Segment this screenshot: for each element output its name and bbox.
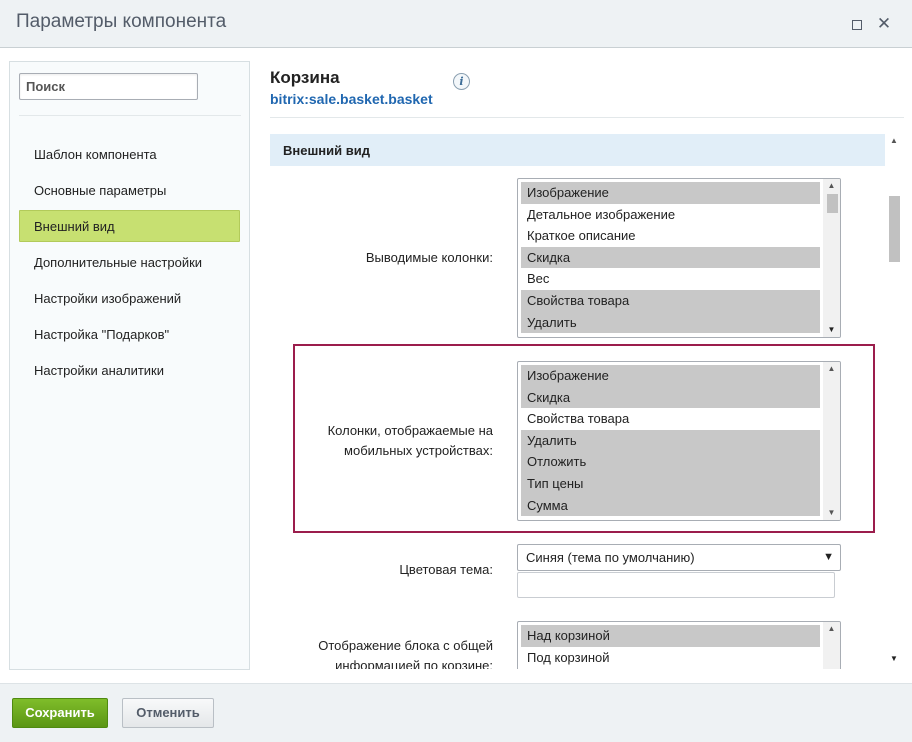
list-item[interactable]: Под корзиной (521, 647, 820, 669)
scroll-thumb[interactable] (889, 196, 900, 262)
total-block-label: Отображение блока с общей информацией по… (318, 638, 493, 669)
component-name: Корзина (270, 68, 340, 87)
columns-label: Выводимые колонки: (365, 250, 493, 265)
scroll-up-icon[interactable]: ▲ (823, 363, 840, 375)
total-block-listbox[interactable]: Над корзиной Под корзиной ▲ (517, 621, 841, 669)
save-button[interactable]: Сохранить (12, 698, 108, 728)
maximize-icon[interactable] (848, 16, 864, 32)
list-item[interactable]: Удалить (521, 311, 820, 334)
mobile-columns-label: Колонки, отображаемые на мобильных устро… (327, 423, 493, 458)
list-item[interactable]: Над корзиной (521, 625, 820, 647)
color-theme-select[interactable]: Синяя (тема по умолчанию) ▼ (517, 544, 841, 571)
scroll-down-icon[interactable]: ▼ (823, 324, 840, 336)
scroll-up-icon[interactable]: ▲ (885, 134, 903, 148)
settings-content: Внешний вид Выводимые колонки: Изображен… (270, 134, 904, 669)
content-scrollbar[interactable]: ▲ ▼ (885, 134, 903, 668)
scroll-down-icon[interactable]: ▼ (885, 652, 903, 666)
listbox-scrollbar[interactable]: ▲ ▼ (823, 362, 840, 520)
sidebar-item-appearance[interactable]: Внешний вид (19, 210, 240, 242)
list-item[interactable]: Удалить (521, 429, 820, 452)
listbox-scrollbar[interactable]: ▲ ▼ (823, 179, 840, 337)
list-item[interactable]: Изображение (521, 365, 820, 387)
color-theme-value: Синяя (тема по умолчанию) (526, 550, 695, 565)
close-icon[interactable]: ✕ (876, 15, 892, 32)
list-item[interactable]: Скидка (521, 386, 820, 409)
sidebar-item-additional[interactable]: Дополнительные настройки (19, 246, 240, 278)
columns-listbox[interactable]: Изображение Детальное изображение Кратко… (517, 178, 841, 338)
color-theme-custom-input[interactable] (517, 572, 835, 598)
color-theme-label: Цветовая тема: (399, 562, 493, 577)
sidebar-nav: Шаблон компонента Основные параметры Вне… (19, 138, 240, 390)
sidebar-divider (19, 115, 241, 116)
header-divider (270, 117, 904, 118)
listbox-scrollbar[interactable]: ▲ (823, 622, 840, 669)
sidebar-item-images[interactable]: Настройки изображений (19, 282, 240, 314)
list-item[interactable]: Вес (521, 268, 820, 290)
dialog-footer: Сохранить Отменить (0, 683, 912, 742)
scroll-thumb[interactable] (827, 194, 838, 213)
list-item[interactable]: Отложить (521, 451, 820, 473)
dialog-title: Параметры компонента (16, 11, 227, 32)
component-code: bitrix:sale.basket.basket (270, 91, 433, 107)
list-item[interactable]: Свойства товара (521, 289, 820, 312)
sidebar-item-basic-params[interactable]: Основные параметры (19, 174, 240, 206)
sidebar-item-template[interactable]: Шаблон компонента (19, 138, 240, 170)
list-item[interactable]: Краткое описание (521, 225, 820, 247)
scroll-up-icon[interactable]: ▲ (823, 623, 840, 635)
section-header: Внешний вид (270, 134, 887, 166)
list-item[interactable]: Сумма (521, 494, 820, 517)
chevron-down-icon: ▼ (823, 551, 834, 563)
cancel-button[interactable]: Отменить (122, 698, 214, 728)
list-item[interactable]: Тип цены (521, 472, 820, 495)
search-input[interactable] (19, 73, 198, 100)
scroll-down-icon[interactable]: ▼ (823, 507, 840, 519)
section-title: Внешний вид (283, 143, 370, 158)
list-item[interactable]: Детальное изображение (521, 204, 820, 226)
dialog-titlebar: Параметры компонента ✕ (0, 0, 912, 48)
info-icon[interactable]: i (453, 73, 470, 90)
list-item[interactable]: Скидка (521, 246, 820, 269)
list-item[interactable]: Свойства товара (521, 408, 820, 430)
sidebar-item-gifts[interactable]: Настройка "Подарков" (19, 318, 240, 350)
scroll-up-icon[interactable]: ▲ (823, 180, 840, 192)
sidebar: Шаблон компонента Основные параметры Вне… (9, 61, 250, 670)
mobile-columns-listbox[interactable]: Изображение Скидка Свойства товара Удали… (517, 361, 841, 521)
sidebar-item-analytics[interactable]: Настройки аналитики (19, 354, 240, 386)
list-item[interactable]: Изображение (521, 182, 820, 204)
